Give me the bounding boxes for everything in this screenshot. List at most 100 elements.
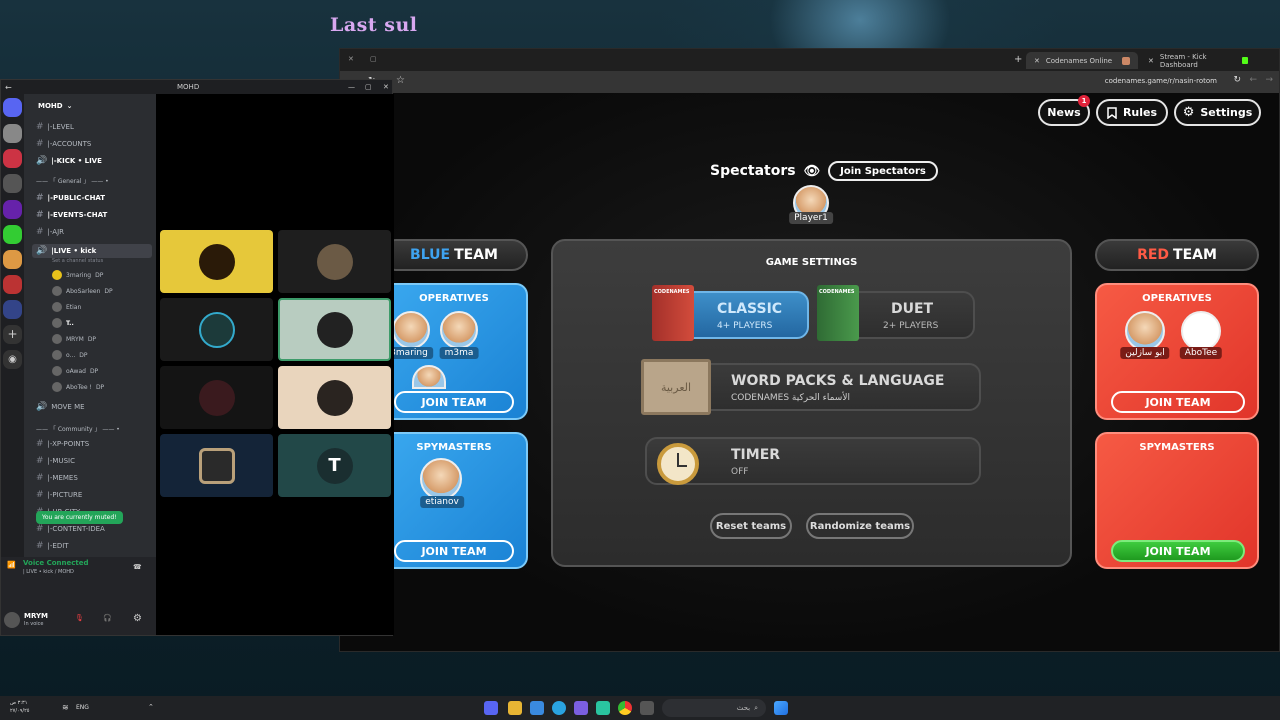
randomize-teams-button[interactable]: Randomize teams (806, 513, 914, 539)
voice-user[interactable]: AboTee ! DP (52, 382, 104, 392)
tab-close-icon[interactable]: ✕ (1148, 57, 1154, 65)
red-join-operatives-button[interactable]: JOIN TEAM (1111, 391, 1245, 413)
avatar (198, 243, 235, 280)
voice-user[interactable]: oAwad DP (52, 366, 98, 376)
category-community[interactable]: —— 「 Community 」 —— • (36, 424, 120, 433)
settings-button[interactable]: ⚙ Settings (1174, 99, 1261, 126)
news-button[interactable]: News 1 (1038, 95, 1090, 126)
search-box[interactable]: بحث ⌕ (662, 699, 766, 717)
server-icon[interactable] (3, 225, 22, 244)
telegram-icon[interactable] (552, 701, 566, 715)
channel-item[interactable]: 🔊 MOVE ME (36, 402, 85, 412)
channel-item[interactable]: # |-LEVEL (36, 122, 74, 132)
avatar[interactable] (4, 612, 20, 628)
channel-item[interactable]: # |-ACCOUNTS (36, 139, 91, 149)
channel-item[interactable]: # |-MEMES (36, 473, 78, 483)
app-icon[interactable] (596, 701, 610, 715)
blue-join-spymasters-button[interactable]: JOIN TEAM (394, 540, 514, 562)
server-icon[interactable] (3, 124, 22, 143)
clock[interactable]: ٣:٣١ ص ٢٧/٠٩/٢٥ (10, 699, 29, 715)
video-tile[interactable] (278, 230, 391, 293)
blue-join-operatives-button[interactable]: JOIN TEAM (394, 391, 514, 413)
channel-item[interactable]: # |-PICTURE (36, 490, 82, 500)
server-icon[interactable] (3, 149, 22, 168)
channel-item[interactable]: # |-EDIT (36, 541, 69, 551)
refresh-icon[interactable]: ↻ (1233, 75, 1241, 85)
close-window-icon[interactable]: ✕ (348, 55, 354, 63)
muted-tooltip: You are currently muted! (36, 511, 123, 524)
new-tab-icon[interactable]: + (1014, 54, 1022, 65)
voice-user[interactable]: T.. (52, 318, 74, 328)
explore-icon[interactable]: ◉ (3, 350, 22, 369)
video-tile[interactable]: T (278, 434, 391, 497)
windows-start-icon[interactable] (774, 701, 788, 715)
app-icon[interactable] (530, 701, 544, 715)
address-bar[interactable]: ↻ ☆ codenames.game/r/nasin-rotom ↻ ← → (340, 71, 1279, 93)
disconnect-icon[interactable]: ☎ (133, 563, 142, 571)
forward-icon[interactable]: → (1265, 75, 1273, 85)
server-icon[interactable] (3, 275, 22, 294)
bookmark-star-icon[interactable]: ☆ (396, 75, 405, 86)
server-name[interactable]: MOHD ⌄ (38, 102, 72, 110)
add-server-icon[interactable]: + (3, 325, 22, 344)
team-word: TEAM (1173, 247, 1217, 263)
mic-muted-icon[interactable]: 🎙 (75, 614, 84, 622)
app-icon[interactable] (574, 701, 588, 715)
video-tile[interactable] (160, 366, 273, 429)
voice-user[interactable]: AboSarleen DP (52, 286, 113, 296)
category-general[interactable]: —— 「 General 」 —— • (36, 176, 109, 185)
server-icon[interactable] (3, 174, 22, 193)
wifi-icon[interactable]: ≋ (62, 703, 69, 712)
url-text[interactable]: codenames.game/r/nasin-rotom (1105, 77, 1217, 85)
app-icon[interactable] (640, 701, 654, 715)
channel-item[interactable]: 🔊 |-KICK • LIVE (36, 156, 102, 166)
channel-item[interactable]: # |-EVENTS-CHAT (36, 210, 107, 220)
voice-user[interactable]: o... DP (52, 350, 88, 360)
voice-user[interactable]: Etian (52, 302, 81, 312)
channel-item[interactable]: # |-PUBLIC-CHAT (36, 193, 105, 203)
language-indicator[interactable]: ENG (76, 704, 89, 711)
video-tile[interactable] (278, 366, 391, 429)
gear-icon[interactable]: ⚙ (133, 613, 142, 624)
video-tile[interactable] (160, 434, 273, 497)
chevron-up-icon[interactable]: ⌃ (148, 703, 154, 711)
back-arrow-icon[interactable]: ← (5, 83, 12, 92)
minimize-icon[interactable]: — (348, 83, 355, 91)
back-icon[interactable]: ← (1249, 75, 1257, 85)
voice-user[interactable]: 3maring DP (52, 270, 103, 280)
discord-taskbar-icon[interactable] (484, 701, 498, 715)
tab-codenames[interactable]: ✕ Codenames Online (1026, 52, 1138, 69)
rules-button[interactable]: Rules (1096, 99, 1168, 126)
chrome-icon[interactable] (618, 701, 632, 715)
username[interactable]: MRYM (24, 612, 48, 620)
close-icon[interactable]: ✕ (383, 83, 389, 91)
video-tile[interactable] (160, 230, 273, 293)
maximize-icon[interactable]: ▢ (370, 55, 377, 63)
file-explorer-icon[interactable] (508, 701, 522, 715)
voice-user[interactable]: MRYM DP (52, 334, 96, 344)
red-join-spymasters-button[interactable]: JOIN TEAM (1111, 540, 1245, 562)
discord-home-icon[interactable] (3, 98, 22, 117)
search-icon: ⌕ (754, 703, 758, 712)
channel-item[interactable]: # |-XP-POINTS (36, 439, 89, 449)
server-icon[interactable] (3, 200, 22, 219)
signal-icon[interactable]: 📶 (7, 561, 16, 569)
headphones-icon[interactable]: 🎧 (103, 614, 112, 622)
operatives-title: OPERATIVES (419, 293, 489, 304)
tab-close-icon[interactable]: ✕ (1034, 57, 1040, 65)
tab-kick[interactable]: ✕ Stream - Kick Dashboard (1140, 52, 1256, 69)
join-spectators-button[interactable]: Join Spectators (828, 161, 938, 181)
channel-item[interactable]: # |-MUSIC (36, 456, 75, 466)
date: ٢٧/٠٩/٢٥ (10, 708, 30, 714)
channel-item[interactable]: # |-CONTENT-IDEA (36, 524, 105, 534)
server-icon[interactable] (3, 250, 22, 269)
server-icon[interactable] (3, 300, 22, 319)
video-tile[interactable] (160, 298, 273, 361)
channel-status[interactable]: Set a channel status (52, 258, 103, 264)
video-tile-speaking[interactable] (278, 298, 391, 361)
reset-teams-button[interactable]: Reset teams (710, 513, 792, 539)
browser-window: ✕ ▢ + ✕ Codenames Online ✕ Stream - Kick… (339, 48, 1280, 652)
maximize-icon[interactable]: ▢ (365, 83, 372, 91)
channel-live-kick[interactable]: 🔊 |LIVE • kick (32, 244, 152, 258)
channel-item[interactable]: # |-AJR (36, 227, 64, 237)
